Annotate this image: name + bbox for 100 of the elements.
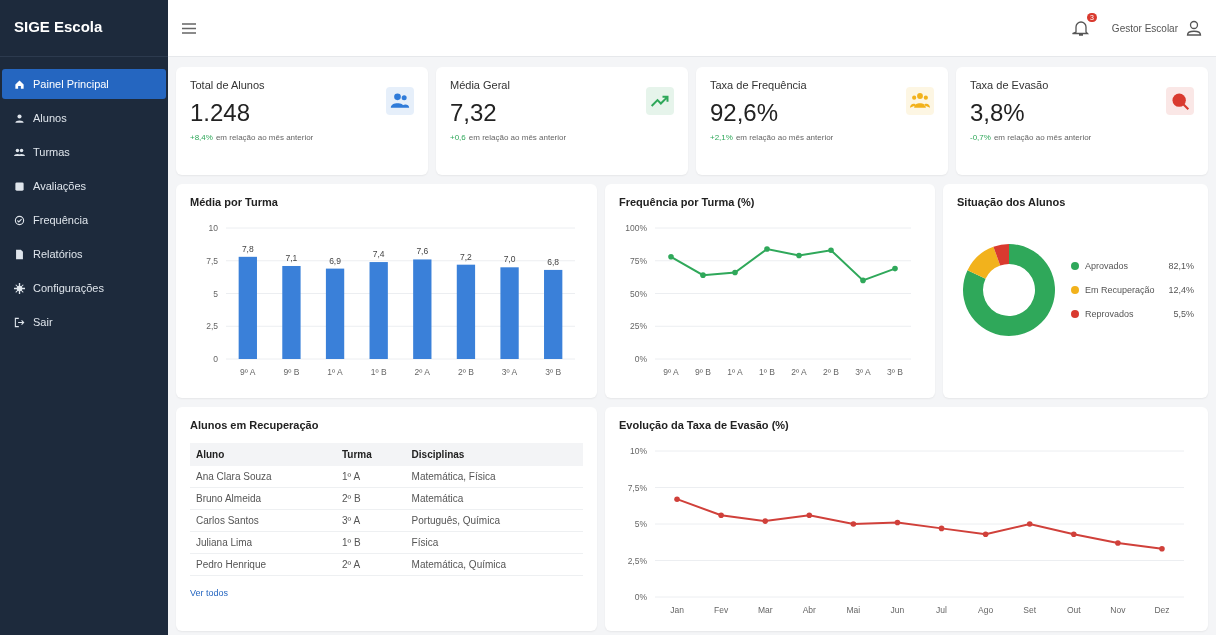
data-label: 6,8: [547, 256, 560, 267]
bell-icon[interactable]: [1071, 19, 1090, 37]
axis-label: Mar: [757, 605, 773, 615]
column-header: Disciplinas: [405, 443, 583, 466]
data-label: 7,6: [416, 246, 429, 257]
stat-title: Total de Alunos: [190, 79, 266, 91]
table-title: Alunos em Recuperação: [190, 419, 320, 431]
data-point: [762, 518, 768, 524]
sidebar-item[interactable]: Frequência: [2, 205, 166, 235]
stat-title: Média Geral: [450, 79, 511, 91]
stat-title: Taxa de Evasão: [970, 79, 1050, 91]
legend-value: 82,1%: [1168, 261, 1194, 271]
axis-label: Ago: [978, 605, 994, 615]
stat-value: 1.248: [190, 99, 252, 127]
sidebar-item[interactable]: Avaliações: [2, 171, 166, 201]
axis-label: 1º A: [727, 367, 743, 377]
axis-label: 3º B: [545, 367, 562, 377]
sidebar-item[interactable]: Turmas: [2, 137, 166, 167]
stat-value: 7,32: [450, 99, 498, 127]
table-cell: Carlos Santos: [190, 509, 336, 532]
stat-change: -0,7%: [970, 133, 991, 142]
data-point: [850, 521, 857, 527]
table-cell: 1º B: [335, 531, 406, 554]
table-cell: Bruno Almeida: [190, 487, 336, 510]
axis-label: 2º B: [823, 367, 839, 377]
data-point: [764, 246, 770, 252]
user-icon[interactable]: [1186, 20, 1202, 36]
data-label: 7,2: [460, 251, 472, 262]
data-point: [700, 272, 706, 278]
data-point: [982, 531, 989, 537]
axis-label: 75%: [630, 255, 647, 266]
column-header: Turma: [335, 443, 406, 466]
data-point: [1071, 531, 1077, 537]
sidebar-item[interactable]: Configurações: [2, 273, 166, 303]
stat-change: +8,4%: [190, 133, 213, 142]
user-icon: [14, 112, 25, 124]
axis-label: 9º B: [695, 367, 711, 377]
table-cell: Matemática: [405, 487, 583, 510]
table-cell: 3º A: [335, 509, 406, 532]
table-cell: Juliana Lima: [190, 531, 336, 554]
axis-label: 2º B: [458, 367, 474, 377]
axis-label: Nov: [1110, 605, 1126, 615]
axis-label: 1º B: [370, 367, 387, 377]
table-cell: 2º B: [335, 487, 406, 510]
data-point: [860, 277, 866, 284]
sidebar-item[interactable]: Alunos: [2, 103, 166, 133]
stat-note: em relação ao mês anterior: [735, 133, 834, 142]
legend-label: Aprovados: [1085, 261, 1129, 271]
table-cell: Física: [405, 531, 583, 554]
table-cell: Matemática, Física: [405, 466, 583, 488]
data-point: [796, 252, 802, 259]
axis-label: 9º A: [663, 367, 679, 377]
table-cell: Português, Química: [405, 509, 583, 532]
stat-change: +2,1%: [710, 133, 733, 142]
data-point: [892, 265, 898, 272]
axis-label: 10%: [630, 446, 647, 456]
table-cell: Pedro Henrique: [190, 553, 336, 576]
axis-label: 0: [213, 354, 218, 364]
data-point: [732, 269, 738, 276]
stat-note: em relação ao mês anterior: [215, 133, 314, 142]
axis-label: 0%: [634, 592, 647, 602]
axis-label: 7,5: [206, 255, 218, 266]
data-point: [668, 254, 674, 260]
check-circle-icon: [14, 214, 25, 226]
data-point: [674, 496, 680, 502]
sidebar-item[interactable]: Relatórios: [2, 239, 166, 269]
menu-icon[interactable]: [182, 22, 196, 34]
legend-label: Reprovados: [1085, 309, 1134, 319]
data-point: [894, 519, 901, 526]
axis-label: 2º A: [414, 367, 430, 377]
data-label: 6,9: [329, 255, 341, 266]
data-label: 7,4: [372, 249, 385, 260]
see-all-link[interactable]: Ver todos: [190, 588, 229, 598]
axis-label: 2,5: [206, 321, 218, 332]
table-cell: 1º A: [335, 466, 406, 488]
axis-label: 3º A: [501, 367, 518, 377]
user-name: Gestor Escolar: [1111, 22, 1178, 34]
data-label: 7,1: [285, 253, 298, 263]
axis-label: 7,5%: [627, 482, 647, 493]
chart-title: Evolução da Taxa de Evasão (%): [619, 419, 790, 431]
axis-label: 3º B: [887, 367, 903, 377]
sidebar-item[interactable]: Sair: [2, 307, 166, 337]
table-cell: 2º A: [335, 553, 406, 576]
stat-value: 92,6%: [710, 99, 780, 127]
chart-title: Frequência por Turma (%): [619, 196, 756, 208]
axis-label: 9º B: [283, 367, 300, 377]
data-label: 7,0: [503, 254, 516, 265]
axis-label: Mai: [846, 605, 861, 615]
data-point: [828, 247, 834, 254]
axis-label: 10: [208, 223, 218, 233]
axis-label: Jan: [670, 605, 684, 615]
logout-icon: [14, 316, 25, 328]
data-point: [1159, 546, 1165, 552]
axis-label: 1º A: [327, 367, 343, 377]
axis-label: Fev: [714, 605, 729, 615]
home-icon: [14, 78, 25, 90]
sidebar-item[interactable]: Painel Principal: [2, 69, 166, 99]
data-point: [1115, 540, 1121, 546]
axis-label: Out: [1066, 605, 1081, 615]
data-point: [938, 525, 945, 532]
